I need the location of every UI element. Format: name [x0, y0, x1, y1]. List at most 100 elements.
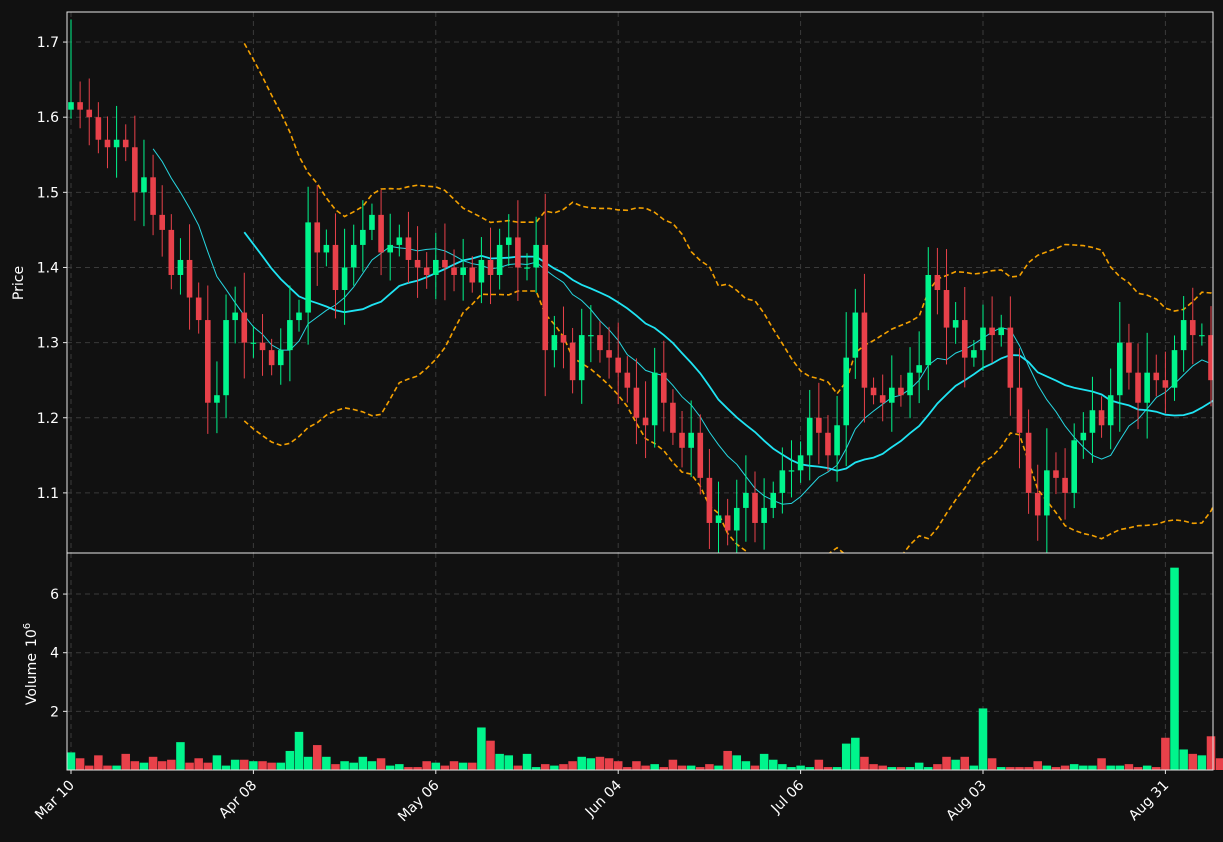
candle-body: [1016, 387, 1023, 433]
candle-body: [943, 290, 950, 328]
volume-bar: [449, 761, 459, 770]
candle-body: [1071, 440, 1077, 493]
candle-body: [961, 320, 968, 358]
volume-bar: [604, 758, 614, 770]
candle-body: [1025, 432, 1032, 493]
volume-bar: [723, 750, 732, 770]
candle-body: [1089, 410, 1096, 433]
candle-body: [1126, 342, 1132, 373]
candle-body: [1098, 410, 1105, 426]
candle-body: [442, 259, 448, 268]
volume-tick-label: 6: [50, 587, 59, 603]
candle-body: [487, 259, 494, 275]
candle-body: [971, 350, 977, 358]
volume-bar: [121, 753, 130, 770]
volume-bar: [203, 762, 213, 770]
candle-body: [697, 432, 704, 478]
volume-bar: [686, 765, 696, 770]
candle-body: [816, 417, 822, 433]
candle-body: [186, 259, 193, 298]
volume-bar: [878, 765, 887, 770]
candle-body: [205, 320, 211, 403]
volume-bar: [869, 764, 878, 770]
candle-body: [1080, 432, 1087, 441]
candle-body: [323, 244, 330, 253]
volume-bar: [841, 743, 851, 770]
candle-body: [889, 387, 895, 403]
candle-body: [68, 102, 74, 110]
candle-body: [1199, 335, 1205, 337]
candle-body: [706, 477, 713, 523]
candle-body: [241, 312, 248, 343]
candle-body: [1062, 477, 1068, 493]
volume-bar: [1088, 765, 1097, 770]
candle-body: [478, 259, 485, 283]
volume-bar: [267, 762, 276, 770]
volume-bar: [349, 762, 358, 770]
candle-body: [934, 274, 941, 291]
candle-body: [1107, 395, 1114, 426]
volume-bar: [103, 765, 112, 770]
volume-bar: [969, 765, 979, 770]
volume-bar: [148, 756, 158, 770]
candle-body: [95, 117, 102, 140]
candle-body: [433, 259, 439, 275]
volume-bar: [613, 761, 623, 770]
volume-bar: [139, 762, 149, 770]
candle-body: [898, 387, 904, 396]
candle-body: [460, 267, 466, 275]
volume-bar: [322, 756, 331, 770]
volume-bar: [714, 765, 723, 770]
price-tick-label: 1.7: [37, 35, 59, 51]
volume-bar: [486, 740, 495, 770]
candle-body: [998, 327, 1005, 336]
volume-bar: [1179, 749, 1188, 770]
candle-body: [332, 244, 339, 291]
volume-bar: [933, 764, 942, 770]
volume-bar: [960, 756, 970, 770]
volume-bar: [677, 765, 687, 770]
volume-bar: [331, 764, 340, 770]
price-tick-label: 1.1: [37, 486, 59, 502]
volume-bar: [750, 765, 760, 770]
volume-bar: [1033, 761, 1042, 770]
volume-bar: [340, 761, 349, 770]
candle-body: [788, 470, 795, 472]
candle-body: [277, 350, 284, 366]
volume-bar: [768, 759, 778, 770]
volume-bar: [84, 765, 94, 770]
candle-body: [423, 267, 430, 275]
candle-body: [779, 470, 786, 493]
volume-bar: [540, 764, 550, 770]
candle-body: [451, 267, 457, 275]
volume-bar: [376, 758, 386, 770]
volume-bar: [194, 758, 203, 770]
volume-bar: [1042, 765, 1052, 770]
price-tick-label: 1.4: [37, 260, 59, 276]
volume-bar: [212, 755, 222, 770]
volume-bar: [550, 765, 559, 770]
volume-bar: [66, 752, 76, 770]
candle-body: [1189, 320, 1196, 336]
candle-body: [952, 320, 959, 328]
volume-bar: [1170, 567, 1179, 770]
candle-body: [1044, 470, 1050, 516]
candle-body: [925, 274, 932, 366]
volume-bar: [112, 765, 121, 770]
price-tick-label: 1.2: [37, 411, 59, 427]
candle-body: [624, 372, 631, 388]
volume-bar: [440, 765, 450, 770]
volume-bar: [632, 761, 641, 770]
volume-bar: [1124, 764, 1134, 770]
volume-bar: [559, 764, 568, 770]
candle-body: [159, 214, 165, 230]
candle-body: [360, 229, 366, 245]
volume-bar: [778, 764, 787, 770]
volume-bar: [1142, 765, 1152, 770]
volume-bar: [568, 761, 577, 770]
volume-bar: [914, 762, 924, 770]
volume-bar: [249, 761, 258, 770]
candle-body: [195, 297, 202, 321]
candle-body: [588, 335, 594, 337]
volume-bar: [230, 759, 240, 770]
